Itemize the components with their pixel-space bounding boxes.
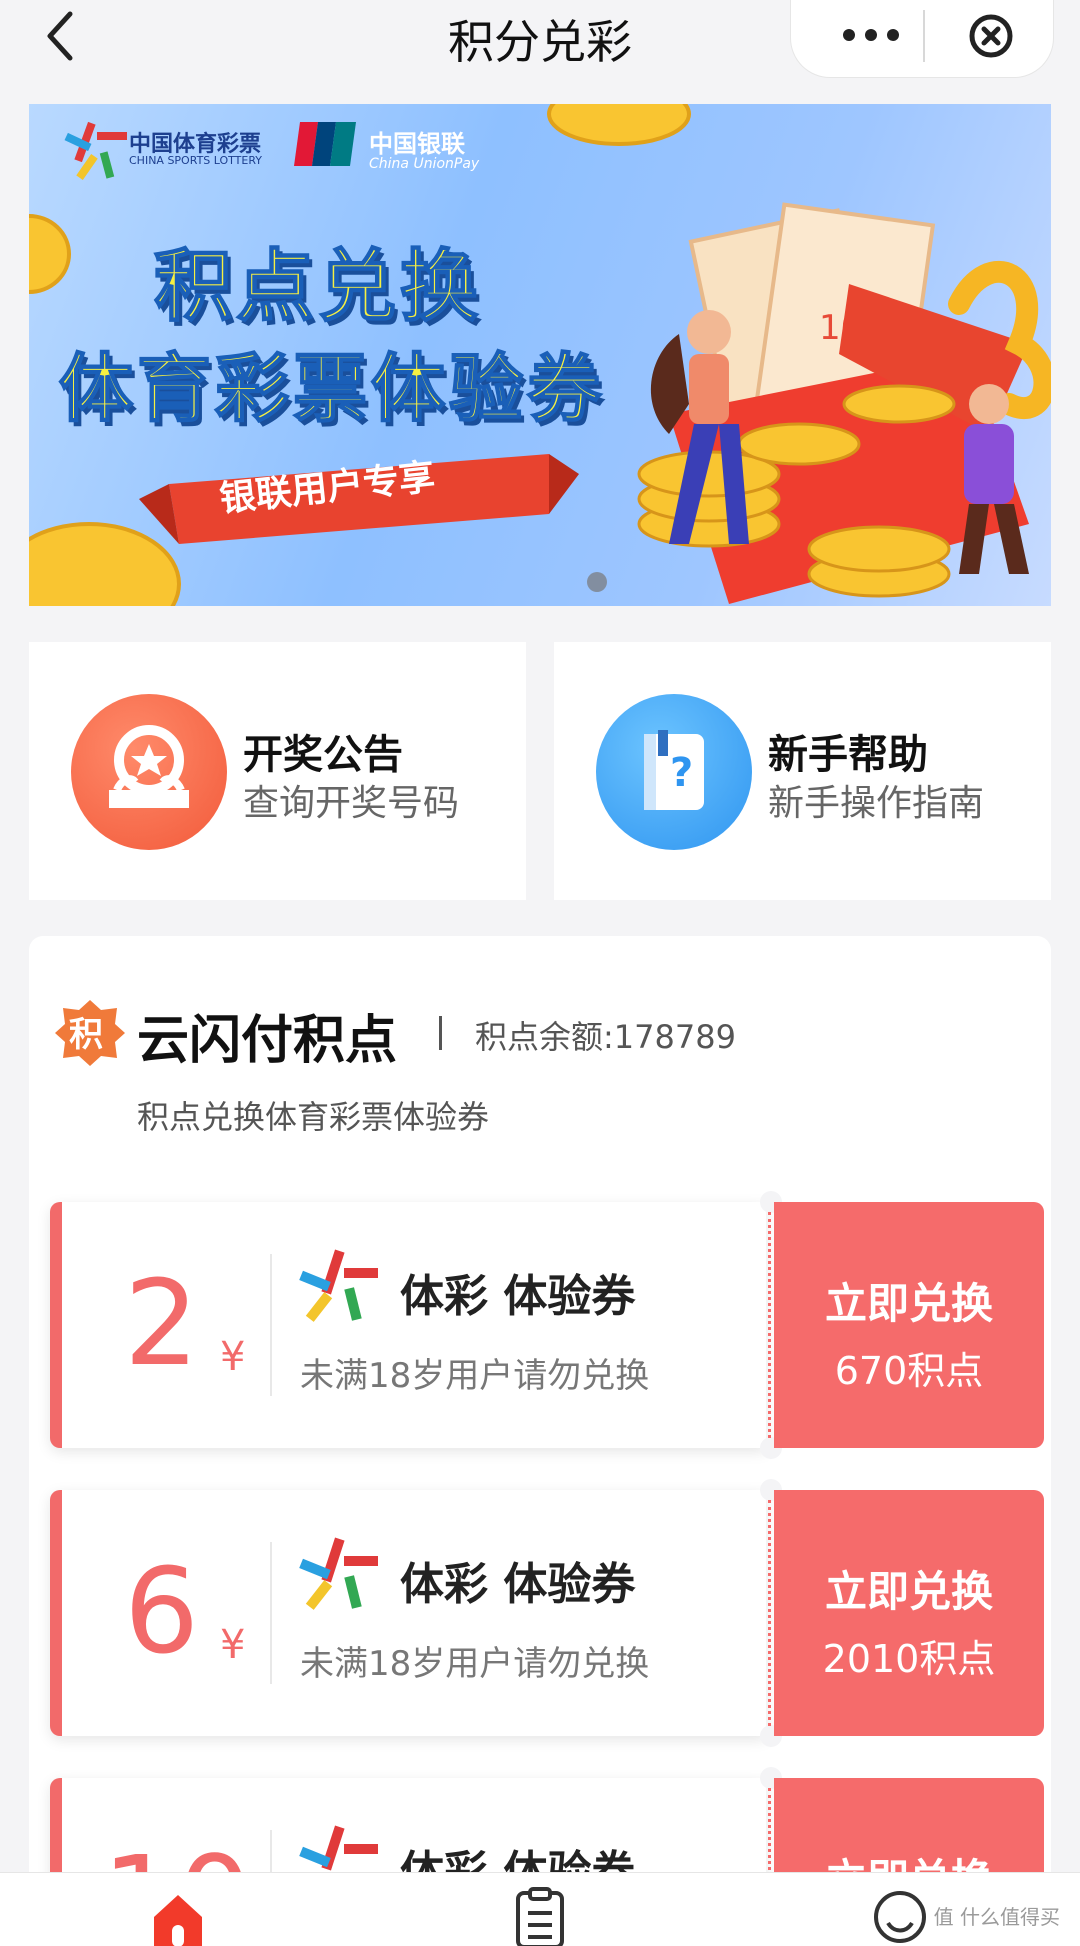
unionpay-brand-en: China UnionPay [369, 156, 480, 172]
top-bar: 积分兑彩 [0, 0, 1080, 80]
title-separator [439, 1016, 442, 1050]
coupon-body: 6 ¥ 体彩 体验券 未满18岁用户请勿兑换 [50, 1490, 766, 1736]
currency-symbol: ¥ [220, 1622, 246, 1668]
watermark: 值 什么值得买 [933, 1905, 1060, 1929]
sports-lottery-logo-icon [299, 1537, 378, 1610]
mini-program-capsule [790, 0, 1054, 78]
award-medal-icon [71, 694, 227, 850]
banner-headline-1: 积点兑换 [153, 241, 483, 333]
home-icon[interactable] [148, 1887, 208, 1946]
banner-headline-2: 体育彩票体验券 [58, 345, 605, 433]
svg-text:?: ? [670, 750, 693, 796]
carousel-indicator[interactable] [587, 572, 607, 592]
coupon-amount: 2 [124, 1254, 200, 1392]
unionpay-logo [294, 122, 356, 166]
coupon-note: 未满18岁用户请勿兑换 [300, 1644, 650, 1684]
points-badge-icon: 积 [55, 1000, 125, 1066]
profile-icon[interactable] [870, 1887, 930, 1946]
quick-link-beginner-help[interactable]: ? 新手帮助 新手操作指南 [554, 642, 1051, 900]
promo-banner[interactable]: 10元 [29, 104, 1051, 606]
quick-link-subtitle: 新手操作指南 [768, 783, 985, 824]
coupon-title: 体彩 体验券 [400, 1271, 636, 1322]
points-balance: 积点余额:178789 [475, 1018, 736, 1056]
unionpay-brand: 中国银联 [369, 130, 465, 158]
coupon-note: 未满18岁用户请勿兑换 [300, 1356, 650, 1396]
currency-symbol: ¥ [220, 1334, 246, 1380]
orders-icon[interactable] [510, 1887, 570, 1946]
quick-link-subtitle: 查询开奖号码 [243, 783, 460, 824]
redeem-label: 立即兑换 [824, 1279, 993, 1328]
help-book-icon: ? [596, 694, 752, 850]
coupon-card: 6 ¥ 体彩 体验券 未满18岁用户请勿兑换 立即兑换 2010积点 [50, 1479, 1044, 1747]
coupon-title: 体彩 体验券 [400, 1559, 636, 1610]
bottom-nav: 值 什么值得买 [0, 1872, 1080, 1946]
coupon-amount: 6 [124, 1542, 200, 1680]
coupon-divider [270, 1254, 272, 1396]
coupon-body: 2 ¥ 体彩 体验券 未满18岁用户请勿兑换 [50, 1202, 766, 1448]
redeem-cost: 670积点 [834, 1349, 984, 1393]
redeem-button[interactable]: 立即兑换 2010积点 [768, 1490, 1044, 1736]
quick-link-title: 开奖公告 [243, 732, 403, 778]
quick-link-draw-results[interactable]: 开奖公告 查询开奖号码 [29, 642, 526, 900]
points-title: 云闪付积点 [137, 1011, 398, 1071]
capsule-divider [923, 10, 925, 62]
coupon-divider [270, 1542, 272, 1684]
svg-text:积: 积 [69, 1015, 103, 1055]
quick-link-title: 新手帮助 [768, 732, 928, 778]
more-dots-icon[interactable] [835, 20, 907, 50]
redeem-label: 立即兑换 [824, 1567, 993, 1616]
points-description: 积点兑换体育彩票体验券 [137, 1098, 490, 1136]
close-circle-icon[interactable] [967, 12, 1015, 60]
redeem-cost: 2010积点 [822, 1637, 996, 1681]
redeem-button[interactable]: 立即兑换 670积点 [768, 1202, 1044, 1448]
coupon-card: 2 ¥ 体彩 体验券 未满18岁用户请勿兑换 立即兑换 670积点 [50, 1191, 1044, 1459]
lottery-brand-en: CHINA SPORTS LOTTERY [129, 154, 263, 167]
china-sports-lottery-logo [64, 121, 127, 180]
sports-lottery-logo-icon [299, 1249, 378, 1322]
